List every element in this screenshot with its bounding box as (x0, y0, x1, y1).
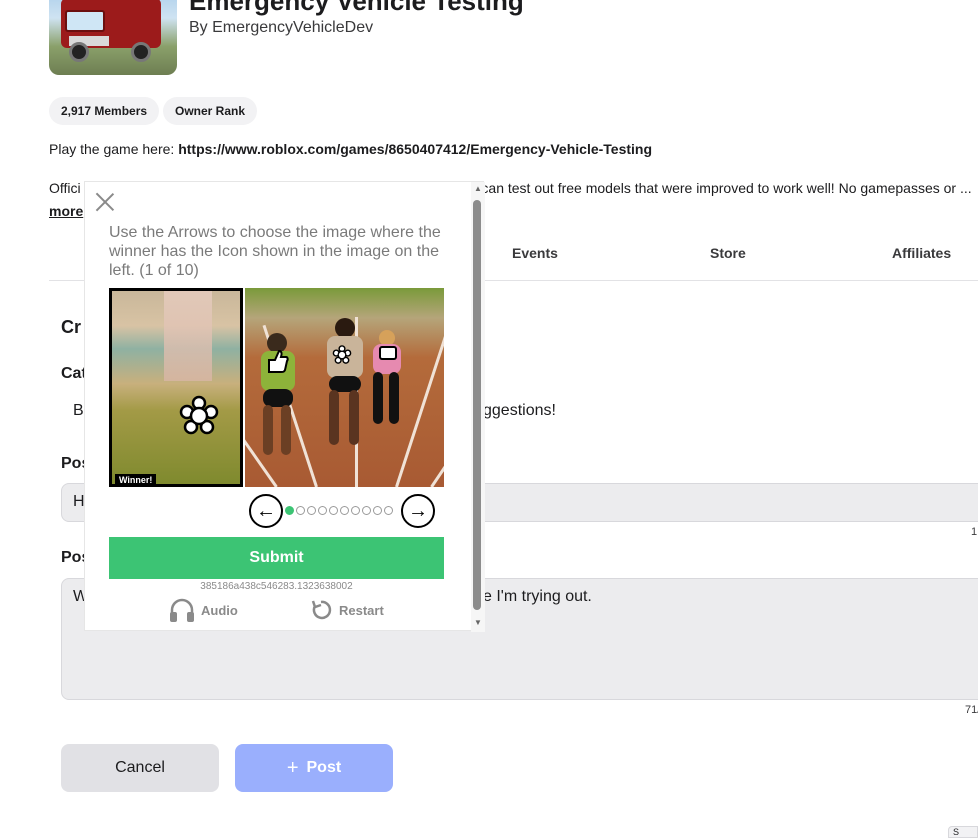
group-title: Emergency Vehicle Testing (189, 0, 524, 16)
restart-label: Restart (339, 602, 384, 618)
description-text: can test out free models that were impro… (481, 180, 972, 196)
pagination-dot (307, 506, 316, 515)
tab-events[interactable]: Events (512, 245, 558, 261)
truck-window (65, 10, 105, 32)
reference-stripe (164, 291, 212, 381)
body-char-count: 71/ (965, 704, 978, 716)
submit-button[interactable]: Submit (109, 537, 444, 579)
post-title-value: H (73, 493, 85, 510)
category-select[interactable]: B (73, 402, 84, 420)
group-thumbnail (49, 0, 177, 75)
bag-icon (379, 346, 397, 360)
truck-wheel (131, 42, 151, 62)
form-heading: Cr (61, 317, 82, 337)
description-continued: ▲ can test out free models that were imp… (470, 180, 972, 196)
next-arrow-button[interactable]: → (401, 494, 435, 528)
reference-image: Winner! (109, 288, 243, 487)
corner-widget[interactable]: S (948, 826, 978, 838)
description-start: Offici (49, 180, 81, 196)
restart-button[interactable]: Restart (309, 598, 384, 622)
pagination-dot (384, 506, 393, 515)
pagination-dot (351, 506, 360, 515)
play-prefix: Play the game here: (49, 141, 179, 157)
flower-icon (332, 345, 352, 364)
tab-store[interactable]: Store (710, 245, 746, 261)
cancel-button[interactable]: Cancel (61, 744, 219, 792)
pagination-dot (296, 506, 305, 515)
audio-button[interactable]: Audio (169, 598, 238, 622)
game-link[interactable]: https://www.roblox.com/games/8650407412/… (178, 141, 652, 157)
group-owner[interactable]: By EmergencyVehicleDev (189, 19, 373, 37)
runner-middle (323, 318, 367, 448)
title-char-count: 1 (971, 526, 978, 538)
members-chip: 2,917 Members (49, 97, 160, 125)
category-label: Cat (61, 365, 87, 382)
truck-wheel (69, 42, 89, 62)
image-navigator: ← → (249, 494, 439, 528)
pagination-dot (318, 506, 327, 515)
session-id: 385186a438c546283.1323638002 (200, 581, 353, 592)
headphones-icon (170, 598, 194, 622)
thumbs-icon (268, 349, 289, 373)
prev-arrow-button[interactable]: ← (249, 494, 283, 528)
page: Emergency Vehicle Testing By EmergencyVe… (0, 0, 978, 838)
pagination-dots (285, 506, 393, 515)
more-link[interactable]: more (49, 203, 83, 219)
captcha-dialog: Use the Arrows to choose the image where… (84, 181, 485, 632)
plus-icon: + (286, 757, 299, 779)
tab-affiliates[interactable]: Affiliates (892, 245, 951, 261)
pagination-dot (373, 506, 382, 515)
audio-label: Audio (201, 602, 238, 618)
winner-label: Winner! (115, 474, 157, 484)
pagination-dot (362, 506, 371, 515)
pagination-dot (329, 506, 338, 515)
rank-chip: Owner Rank (163, 97, 258, 125)
flower-icon (179, 395, 219, 435)
restart-icon (311, 600, 332, 620)
captcha-instruction: Use the Arrows to choose the image where… (109, 224, 441, 279)
scroll-down-icon[interactable]: ▼ (471, 618, 485, 627)
scroll-up-icon[interactable]: ▲ (471, 184, 485, 193)
scrollbar-thumb[interactable] (473, 200, 481, 610)
candidate-image[interactable] (245, 288, 444, 487)
pagination-dot (285, 506, 294, 515)
category-select-text[interactable]: ggestions! (483, 402, 556, 420)
post-body-value-tail: e I'm trying out. (483, 588, 592, 605)
post-button[interactable]: + Post (235, 744, 393, 792)
post-button-label: Post (306, 759, 342, 776)
runner-right (369, 330, 405, 430)
pagination-dot (340, 506, 349, 515)
play-line: Play the game here: https://www.roblox.c… (49, 141, 652, 157)
close-icon[interactable] (95, 192, 115, 212)
